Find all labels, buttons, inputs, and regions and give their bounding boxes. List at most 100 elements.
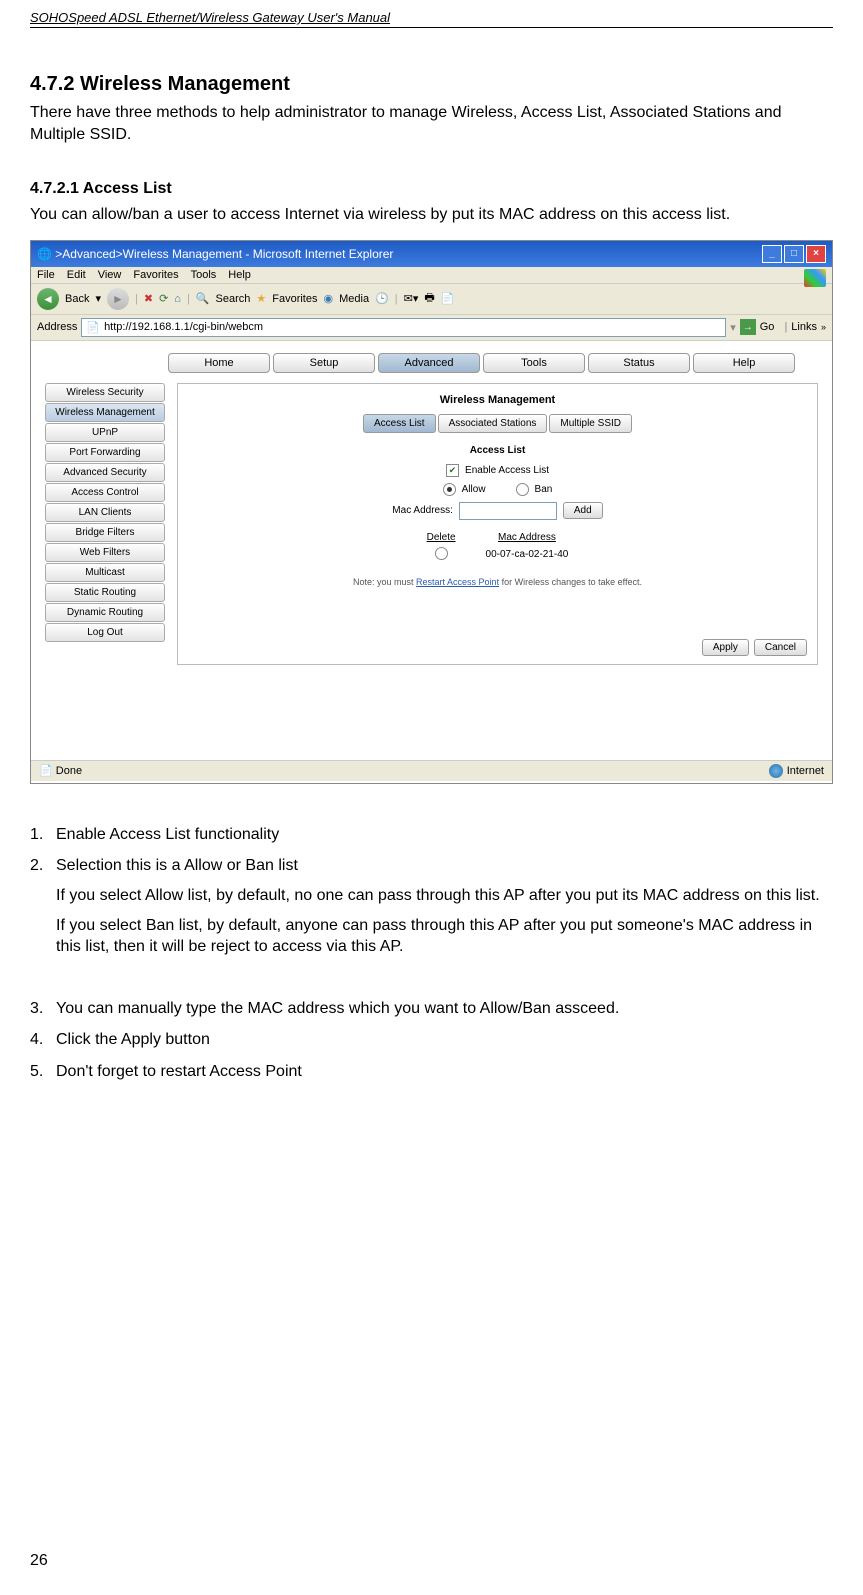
minimize-icon[interactable]: _ <box>762 245 782 263</box>
subtab-associated-stations[interactable]: Associated Stations <box>438 414 548 433</box>
menu-file[interactable]: File <box>37 269 55 281</box>
status-zone: Internet <box>787 765 824 777</box>
restart-link[interactable]: Restart Access Point <box>416 577 499 587</box>
media-icon[interactable]: ◉ <box>324 292 334 305</box>
top-nav: Home Setup Advanced Tools Status Help <box>131 353 832 373</box>
sidebar: Wireless Security Wireless Management UP… <box>45 383 165 665</box>
tab-advanced[interactable]: Advanced <box>378 353 480 373</box>
back-label[interactable]: Back <box>65 293 89 305</box>
restart-note: Note: you must Restart Access Point for … <box>188 577 807 587</box>
sidebar-item-access-control[interactable]: Access Control <box>45 483 165 502</box>
maximize-icon[interactable]: □ <box>784 245 804 263</box>
ie-status-bar: 📄 Done Internet <box>31 760 832 781</box>
sidebar-item-lan-clients[interactable]: LAN Clients <box>45 503 165 522</box>
screenshot-ie-window: 🌐 >Advanced>Wireless Management - Micros… <box>30 240 833 784</box>
page-icon: 📄 <box>86 321 100 334</box>
section-body: There have three methods to help adminis… <box>30 102 833 145</box>
heading-4-7-2-1: 4.7.2.1 Access List <box>30 180 833 198</box>
section-title: Access List <box>188 445 807 456</box>
go-arrow-icon[interactable]: → <box>740 319 756 335</box>
mac-table: Delete Mac Address 00-07-ca-02-21-40 <box>411 530 585 567</box>
subtab-row: Access List Associated Stations Multiple… <box>188 414 807 433</box>
management-panel: Wireless Management Access List Associat… <box>177 383 818 665</box>
page-number: 26 <box>30 1552 48 1570</box>
window-titlebar: 🌐 >Advanced>Wireless Management - Micros… <box>31 241 832 267</box>
sidebar-item-static-routing[interactable]: Static Routing <box>45 583 165 602</box>
cancel-button[interactable]: Cancel <box>754 639 807 656</box>
doc-header: SOHOSpeed ADSL Ethernet/Wireless Gateway… <box>30 0 833 28</box>
tab-status[interactable]: Status <box>588 353 690 373</box>
print-icon[interactable]: 🖶 <box>424 289 434 308</box>
sidebar-item-wireless-management[interactable]: Wireless Management <box>45 403 165 422</box>
sidebar-item-port-forwarding[interactable]: Port Forwarding <box>45 443 165 462</box>
step-5: 5. Don't forget to restart Access Point <box>30 1061 833 1083</box>
favorites-icon[interactable]: ★ <box>256 292 266 305</box>
apply-button[interactable]: Apply <box>702 639 749 656</box>
search-icon[interactable]: 🔍 <box>196 292 210 305</box>
sidebar-item-dynamic-routing[interactable]: Dynamic Routing <box>45 603 165 622</box>
ban-label: Ban <box>535 484 553 495</box>
sidebar-item-wireless-security[interactable]: Wireless Security <box>45 383 165 402</box>
address-input[interactable]: 📄 http://192.168.1.1/cgi-bin/webcm <box>81 318 726 337</box>
enable-checkbox[interactable]: ✔ <box>446 464 459 477</box>
window-title: 🌐 >Advanced>Wireless Management - Micros… <box>37 247 393 261</box>
mac-value: 00-07-ca-02-21-40 <box>472 545 583 565</box>
windows-flag-icon <box>804 269 826 287</box>
step-1: 1. Enable Access List functionality <box>30 824 833 846</box>
router-page: Home Setup Advanced Tools Status Help Wi… <box>31 341 832 783</box>
address-label: Address <box>37 321 77 333</box>
favorites-label[interactable]: Favorites <box>272 293 317 305</box>
enable-label: Enable Access List <box>465 465 549 476</box>
status-done: 📄 Done <box>39 764 82 778</box>
sidebar-item-bridge-filters[interactable]: Bridge Filters <box>45 523 165 542</box>
step-4: 4. Click the Apply button <box>30 1029 833 1051</box>
address-bar: Address 📄 http://192.168.1.1/cgi-bin/web… <box>31 315 832 341</box>
menu-view[interactable]: View <box>98 269 122 281</box>
menu-tools[interactable]: Tools <box>191 269 217 281</box>
add-button[interactable]: Add <box>563 502 603 519</box>
sidebar-item-multicast[interactable]: Multicast <box>45 563 165 582</box>
tab-home[interactable]: Home <box>168 353 270 373</box>
subtab-access-list[interactable]: Access List <box>363 414 436 433</box>
sidebar-item-upnp[interactable]: UPnP <box>45 423 165 442</box>
subtab-multiple-ssid[interactable]: Multiple SSID <box>549 414 632 433</box>
internet-zone-icon <box>769 764 783 778</box>
tab-tools[interactable]: Tools <box>483 353 585 373</box>
menu-help[interactable]: Help <box>228 269 251 281</box>
mac-address-input[interactable] <box>459 502 557 520</box>
links-label[interactable]: Links <box>791 321 817 333</box>
tab-setup[interactable]: Setup <box>273 353 375 373</box>
menu-bar: File Edit View Favorites Tools Help <box>31 267 832 284</box>
back-icon[interactable]: ◄ <box>37 288 59 310</box>
tab-help[interactable]: Help <box>693 353 795 373</box>
mac-address-label: Mac Address: <box>392 505 453 516</box>
ie-toolbar: ◄ Back▾ ► | ✖ ⟳ ⌂ | 🔍Search ★Favorites ◉… <box>31 284 832 315</box>
refresh-icon[interactable]: ⟳ <box>159 292 168 305</box>
sidebar-item-web-filters[interactable]: Web Filters <box>45 543 165 562</box>
sidebar-item-advanced-security[interactable]: Advanced Security <box>45 463 165 482</box>
edit-icon[interactable]: 📄 <box>441 292 455 305</box>
menu-favorites[interactable]: Favorites <box>133 269 178 281</box>
col-delete: Delete <box>413 532 470 543</box>
close-icon[interactable]: × <box>806 245 826 263</box>
heading-4-7-2: 4.7.2 Wireless Management <box>30 73 833 96</box>
panel-title: Wireless Management <box>188 394 807 406</box>
subsection-body: You can allow/ban a user to access Inter… <box>30 204 833 226</box>
allow-radio[interactable] <box>443 483 456 496</box>
col-mac-address: Mac Address <box>472 532 583 543</box>
search-label[interactable]: Search <box>216 293 251 305</box>
stop-icon[interactable]: ✖ <box>144 292 153 305</box>
mail-icon[interactable]: ✉▾ <box>404 292 419 305</box>
menu-edit[interactable]: Edit <box>67 269 86 281</box>
forward-icon[interactable]: ► <box>107 288 129 310</box>
step-2: 2. Selection this is a Allow or Ban list… <box>30 855 833 965</box>
history-icon[interactable]: 🕒 <box>375 292 389 305</box>
go-label[interactable]: Go <box>760 321 775 333</box>
sidebar-item-log-out[interactable]: Log Out <box>45 623 165 642</box>
table-row: 00-07-ca-02-21-40 <box>413 545 583 565</box>
delete-radio[interactable] <box>435 547 448 560</box>
media-label[interactable]: Media <box>339 293 369 305</box>
step-3: 3. You can manually type the MAC address… <box>30 998 833 1020</box>
home-icon[interactable]: ⌂ <box>174 293 181 305</box>
ban-radio[interactable] <box>516 483 529 496</box>
